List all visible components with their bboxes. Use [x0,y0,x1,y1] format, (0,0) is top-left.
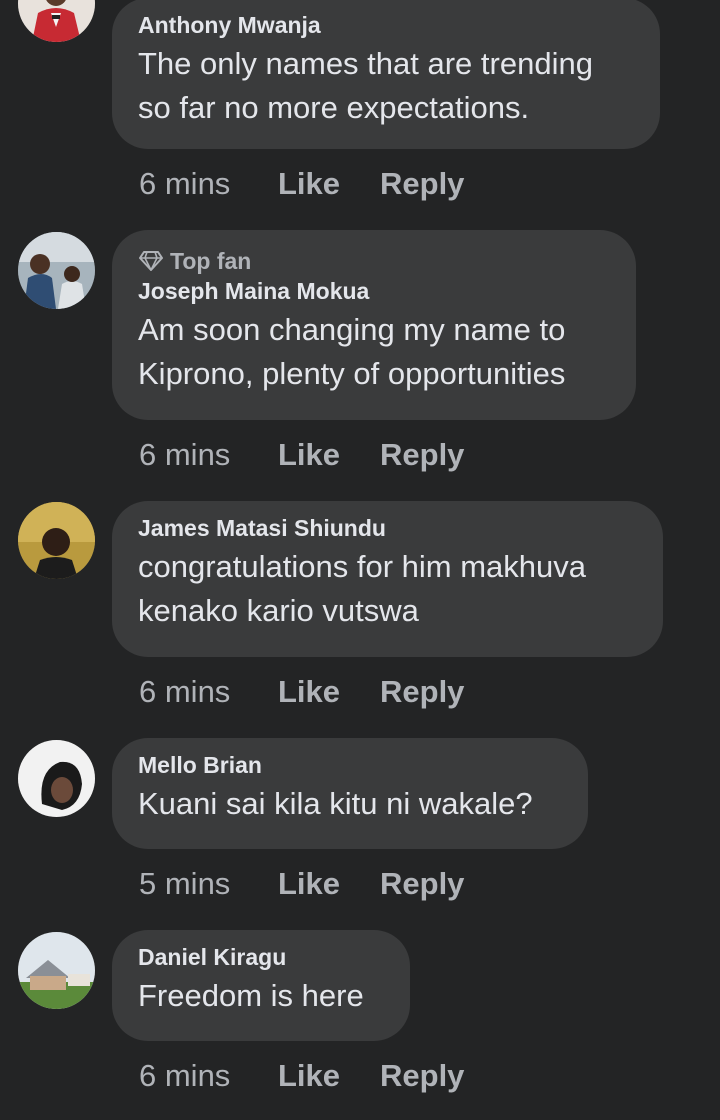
comment-author[interactable]: Daniel Kiragu [138,942,384,972]
comment-actions: 6 mins Like Reply [139,1056,464,1096]
avatar[interactable] [18,932,95,1009]
profile-photo-icon [18,932,95,1009]
comment-timestamp[interactable]: 6 mins [139,437,278,473]
like-button[interactable]: Like [278,437,380,473]
reply-button[interactable]: Reply [380,437,464,473]
comment-text-line: Kiprono, plenty of opportunities [138,356,566,391]
profile-photo-icon [18,0,95,42]
comment-text-line: Am soon changing my name to [138,312,566,347]
comment-author[interactable]: Anthony Mwanja [138,10,634,40]
comment-actions: 6 mins Like Reply [139,435,464,475]
comment-timestamp[interactable]: 6 mins [139,166,278,202]
comment-actions: 6 mins Like Reply [139,672,464,712]
comment-timestamp[interactable]: 6 mins [139,1058,278,1094]
comment-text-line: Freedom is here [138,978,364,1013]
reply-button[interactable]: Reply [380,166,464,202]
comment-timestamp[interactable]: 6 mins [139,674,278,710]
comment-timestamp[interactable]: 5 mins [139,866,278,902]
reply-button[interactable]: Reply [380,1058,464,1094]
avatar[interactable] [18,740,95,817]
avatar[interactable] [18,0,95,42]
profile-photo-icon [18,232,95,309]
like-button[interactable]: Like [278,1058,380,1094]
comment-author[interactable]: James Matasi Shiundu [138,513,637,543]
like-button[interactable]: Like [278,674,380,710]
top-fan-label: Top fan [170,247,252,274]
comment-author[interactable]: Joseph Maina Mokua [138,276,610,306]
comment-bubble: James Matasi Shiundu congratulations for… [112,501,663,657]
avatar[interactable] [18,232,95,309]
reply-button[interactable]: Reply [380,866,464,902]
comment-bubble: Daniel Kiragu Freedom is here [112,930,410,1041]
comment-author[interactable]: Mello Brian [138,750,562,780]
top-fan-badge: Top fan [138,246,610,276]
comment-actions: 6 mins Like Reply [139,164,464,204]
comment-bubble: Mello Brian Kuani sai kila kitu ni wakal… [112,738,588,849]
comment-actions: 5 mins Like Reply [139,864,464,904]
profile-photo-icon [18,740,95,817]
reply-button[interactable]: Reply [380,674,464,710]
comment-text-line: Kuani sai kila kitu ni wakale? [138,786,533,821]
profile-photo-icon [18,502,95,579]
comment-bubble: Anthony Mwanja The only names that are t… [112,0,660,149]
comment-text-line: kenako kario vutswa [138,593,419,628]
comment-text-line: so far no more expectations. [138,90,530,125]
like-button[interactable]: Like [278,866,380,902]
comment-text-line: congratulations for him makhuva [138,549,587,584]
comment-bubble: Top fan Joseph Maina Mokua Am soon chang… [112,230,636,420]
diamond-icon [139,251,163,271]
like-button[interactable]: Like [278,166,380,202]
comment-text-line: The only names that are trending [138,46,593,81]
avatar[interactable] [18,502,95,579]
